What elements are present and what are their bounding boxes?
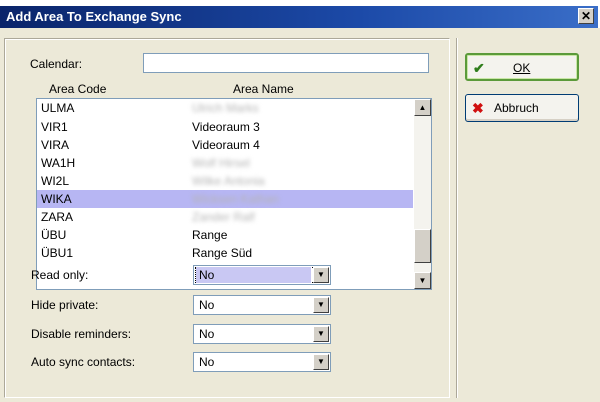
list-item[interactable]: ÜBU Range	[37, 226, 413, 244]
list-item[interactable]: WA1H Wolf Hirsel	[37, 154, 413, 172]
disable-reminders-select[interactable]: No ▼	[193, 324, 331, 344]
area-name: Videoraum 4	[192, 138, 260, 152]
scroll-up-button[interactable]: ▲	[414, 99, 431, 116]
column-header-area-name[interactable]: Area Name	[233, 82, 294, 96]
list-item[interactable]: ULMA Ulrich Marks	[37, 99, 413, 117]
scroll-down-button[interactable]: ▼	[414, 272, 431, 289]
window-title: Add Area To Exchange Sync	[6, 9, 182, 24]
area-code: ULMA	[41, 101, 75, 115]
area-name: Wilke Antonia	[192, 174, 265, 188]
area-name: Wicksen Kathan	[192, 192, 279, 206]
list-item[interactable]: VIRA Videoraum 4	[37, 136, 413, 154]
area-code: VIR1	[41, 120, 68, 134]
list-item[interactable]: ZARA Zander Ralf	[37, 208, 413, 226]
close-button[interactable]: ✕	[578, 8, 594, 24]
triangle-down-icon: ▼	[418, 276, 427, 285]
area-list[interactable]: ULMA Ulrich Marks VIR1 Videoraum 3 VIRA …	[36, 98, 432, 290]
area-code: WA1H	[41, 156, 76, 170]
area-name: Range Süd	[192, 246, 253, 260]
read-only-label: Read only:	[31, 268, 89, 282]
area-name: Ulrich Marks	[192, 101, 259, 115]
calendar-label: Calendar:	[30, 57, 83, 71]
disable-reminders-label: Disable reminders:	[31, 327, 132, 341]
check-icon: ✔	[473, 60, 485, 76]
cancel-button[interactable]: ✖ Abbruch	[465, 94, 579, 122]
area-code: ÜBU1	[41, 246, 74, 260]
read-only-select[interactable]: No ▼	[193, 265, 331, 285]
list-item[interactable]: VIR1 Videoraum 3	[37, 118, 413, 136]
list-item-selected[interactable]: WIKA Wicksen Kathan	[37, 190, 413, 208]
ok-label: OK	[513, 61, 531, 75]
area-code: ÜBU	[41, 228, 67, 242]
background-window-sliver	[452, 0, 532, 11]
list-item[interactable]: ÜBU1 Range Süd	[37, 244, 413, 262]
dropdown-arrow-icon[interactable]: ▼	[313, 297, 329, 313]
scroll-thumb[interactable]	[414, 229, 431, 263]
area-code: WIKA	[41, 192, 72, 206]
panel-divider	[456, 38, 457, 398]
auto-sync-contacts-select[interactable]: No ▼	[193, 352, 331, 372]
column-header-area-code[interactable]: Area Code	[49, 82, 106, 96]
calendar-input[interactable]	[143, 53, 429, 73]
hide-private-value: No	[199, 298, 215, 312]
area-name: Range	[192, 228, 228, 242]
auto-sync-contacts-value: No	[199, 355, 215, 369]
list-item[interactable]: WI2L Wilke Antonia	[37, 172, 413, 190]
list-scrollbar[interactable]: ▲ ▼	[414, 99, 431, 289]
area-name: Wolf Hirsel	[192, 156, 250, 170]
calendar-value	[144, 54, 147, 68]
dropdown-arrow-icon[interactable]: ▼	[313, 354, 329, 370]
ok-button[interactable]: ✔ OK	[465, 53, 579, 81]
area-code: ZARA	[41, 210, 74, 224]
read-only-value: No	[196, 267, 311, 283]
triangle-up-icon: ▲	[418, 103, 427, 112]
cancel-label: Abbruch	[494, 101, 539, 115]
title-bar: Add Area To Exchange Sync ✕	[0, 6, 598, 28]
area-name: Videoraum 3	[192, 120, 260, 134]
dialog-body: Calendar: Area Code Area Name ULMA Ulric…	[0, 28, 600, 402]
x-icon: ✖	[472, 100, 484, 116]
area-code: WI2L	[41, 174, 70, 188]
hide-private-select[interactable]: No ▼	[193, 295, 331, 315]
hide-private-label: Hide private:	[31, 298, 99, 312]
disable-reminders-value: No	[199, 327, 215, 341]
dropdown-arrow-icon[interactable]: ▼	[313, 326, 329, 342]
area-code: VIRA	[41, 138, 70, 152]
auto-sync-contacts-label: Auto sync contacts:	[31, 355, 136, 369]
dropdown-arrow-icon[interactable]: ▼	[313, 267, 329, 283]
area-name: Zander Ralf	[192, 210, 255, 224]
